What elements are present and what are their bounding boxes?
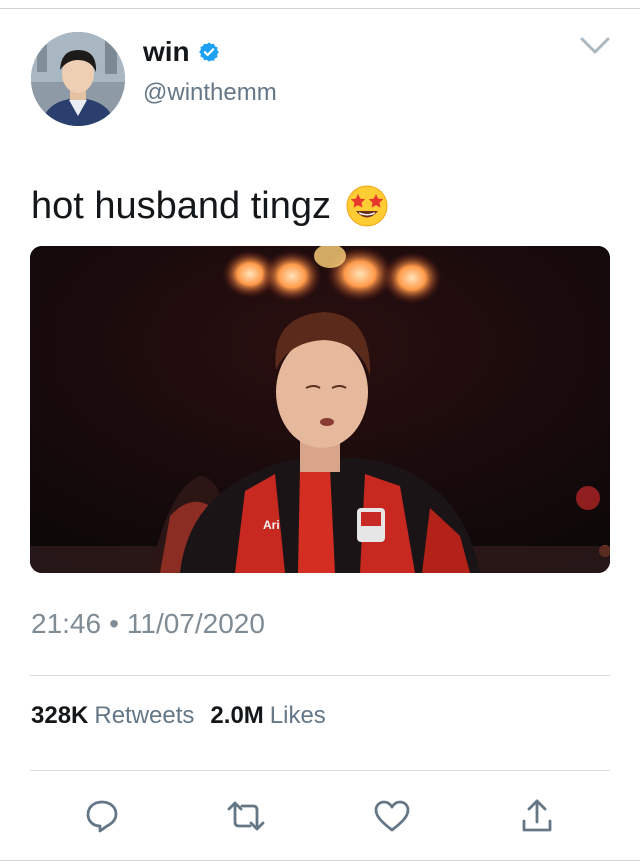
heart-icon	[374, 800, 410, 832]
timestamp-separator: •	[109, 608, 119, 639]
author-display-name-row[interactable]: win	[143, 38, 220, 66]
author-display-name[interactable]: win	[143, 38, 190, 66]
timestamp-date: 11/07/2020	[126, 608, 265, 639]
likes-stat[interactable]: 2.0M Likes	[210, 702, 341, 729]
retweets-stat[interactable]: 328K Retweets	[31, 702, 210, 729]
tweet-text-row: hot husband tingz	[31, 184, 389, 228]
likes-count: 2.0M	[210, 702, 264, 729]
like-button[interactable]	[370, 796, 414, 836]
retweets-count: 328K	[31, 702, 89, 729]
top-divider	[0, 8, 640, 9]
tweet-stats: 328K Retweets 2.0M Likes	[31, 704, 342, 728]
svg-text:Ari: Ari	[263, 518, 280, 532]
share-icon	[522, 799, 552, 832]
retweet-button[interactable]	[224, 796, 268, 836]
chevron-down-icon[interactable]	[578, 34, 612, 58]
tweet-media-image[interactable]: Ari	[30, 246, 610, 573]
actions-top-divider	[30, 770, 610, 771]
timestamp-time: 21:46	[31, 608, 102, 639]
likes-label: Likes	[269, 702, 326, 729]
retweet-icon	[227, 801, 265, 831]
author-handle[interactable]: @winthemm	[143, 81, 277, 105]
stats-top-divider	[30, 675, 610, 676]
share-button[interactable]	[515, 796, 559, 836]
star-struck-emoji-icon	[346, 185, 388, 227]
author-avatar[interactable]	[31, 32, 125, 126]
verified-badge-icon	[198, 42, 219, 62]
reply-button[interactable]	[80, 796, 124, 836]
tweet-text: hot husband tingz	[31, 185, 332, 227]
reply-icon	[86, 800, 118, 833]
bottom-divider	[0, 860, 640, 861]
tweet-timestamp[interactable]: 21:46 • 11/07/2020	[31, 610, 265, 638]
retweets-label: Retweets	[94, 702, 195, 729]
